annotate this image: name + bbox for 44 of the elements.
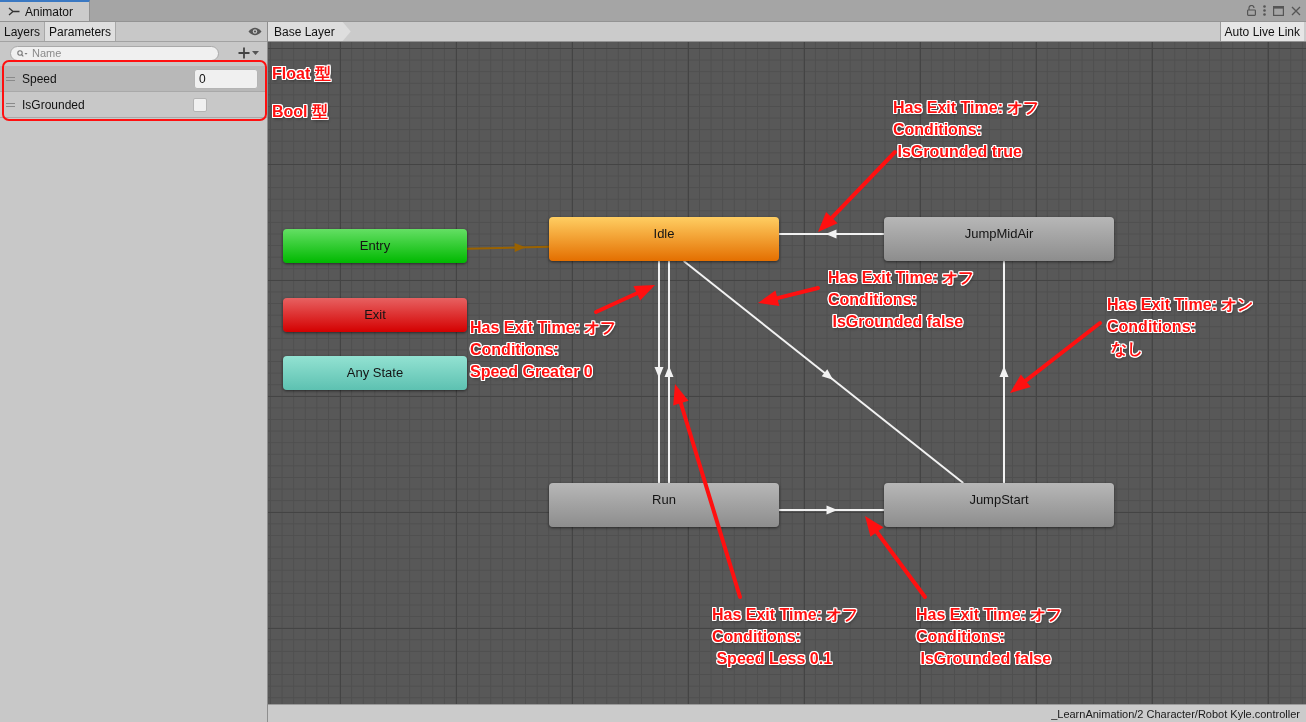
window-tab[interactable]: Animator [0,0,90,21]
value-field[interactable]: 0 [194,68,258,89]
annotation-label: Has Exit Time: オン Conditions: なし [1107,295,1254,360]
annotation-label: Has Exit Time: オフ Conditions: Speed Less 0.1 [712,605,859,669]
entry-node[interactable]: Entry [283,229,467,263]
default-state-node[interactable]: Idle [549,217,779,261]
add-parameter-button[interactable] [236,45,261,61]
annotation-arrow [594,285,655,314]
plus-icon [238,47,250,59]
branch-icon [8,7,20,16]
parameter-row[interactable]: Speed 0 [0,66,267,92]
annotation-label: Has Exit Time: オフ Conditions: IsGrounded false [828,268,975,332]
annotation-label: Has Exit Time: オフ Conditions: IsGrounded false [916,605,1063,669]
exit-node[interactable]: Exit [283,298,467,332]
annotation-arrow [758,286,820,306]
state-node[interactable]: JumpMidAir [884,217,1114,261]
drag-handle-icon[interactable] [6,76,15,81]
annotation-label: Float 型 [272,64,331,84]
eye-icon[interactable] [248,27,262,36]
transition-arrow[interactable] [999,260,1009,484]
caret-icon [252,51,259,55]
parameter-name: IsGrounded [22,97,86,112]
maximize-icon[interactable] [1273,5,1284,16]
annotation-label: Bool 型 [272,102,328,122]
state-node[interactable]: Run [549,483,779,527]
checkbox[interactable] [193,97,207,112]
parameter-name: Speed [22,71,58,86]
annotation-label: Has Exit Time: オフ Conditions: Speed Greater 0 [470,318,617,382]
any-state-node[interactable]: Any State [283,356,467,390]
auto-live-link-button[interactable]: Auto Live Link [1219,22,1304,41]
transition-arrow[interactable] [664,260,674,484]
more-icon[interactable] [1263,5,1266,16]
transition-arrow[interactable] [778,229,885,239]
breadcrumb-button[interactable]: Base Layer [268,22,351,41]
transition-arrow[interactable] [654,260,664,484]
annotation-label: Has Exit Time: オフ Conditions: IsGrounded true [893,98,1040,162]
search-icon [17,49,28,57]
close-icon[interactable] [1291,5,1301,16]
status-path: _LearnAnimation/2 Character/Robot Kyle.controller [1051,707,1300,720]
transition-arrow[interactable] [778,505,885,515]
lock-icon[interactable] [1247,5,1256,16]
drag-handle-icon[interactable] [6,102,15,107]
state-node[interactable]: JumpStart [884,483,1114,527]
panel-tab[interactable]: Parameters [45,22,117,41]
